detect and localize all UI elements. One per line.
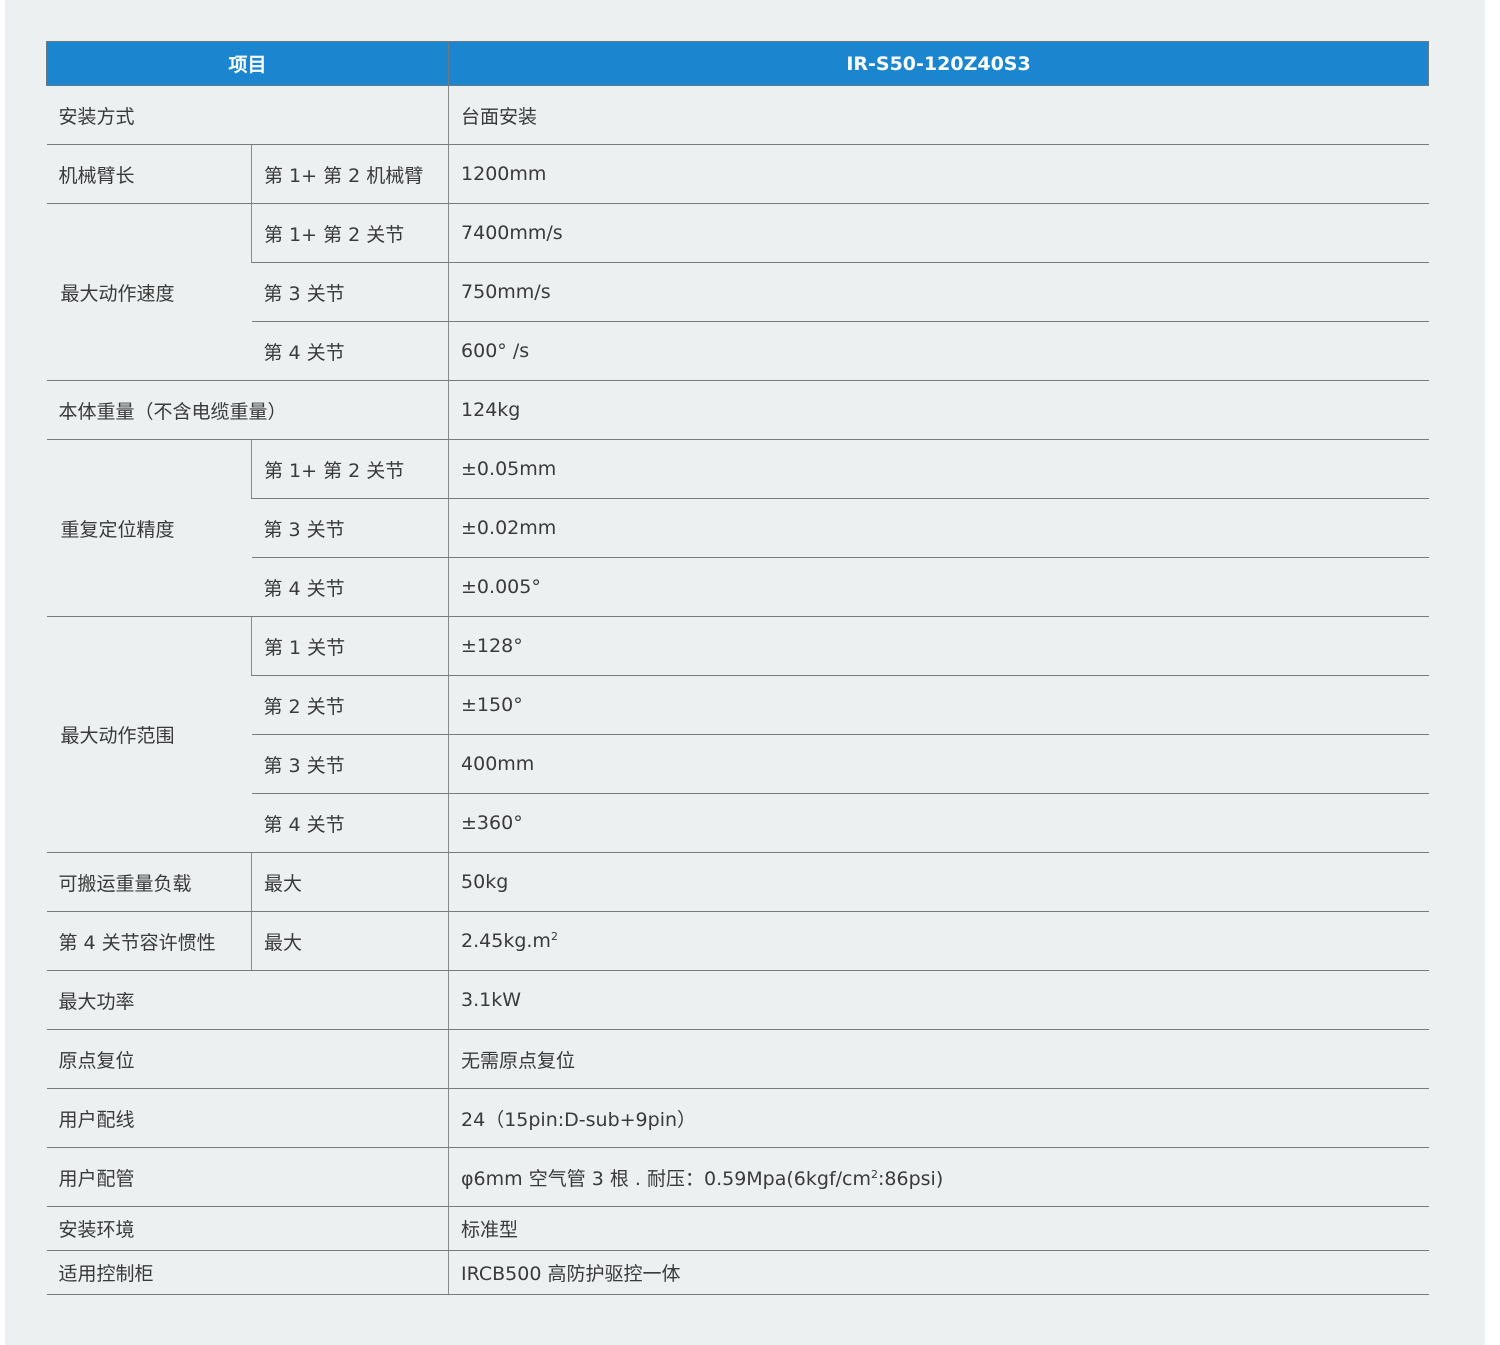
row-value: 1200mm [448, 144, 1429, 204]
table-row: 本体重量（不含电缆重量） 124kg [46, 380, 1429, 440]
table-row: 最大动作速度 第 1+ 第 2 关节 7400mm/s [46, 203, 1429, 381]
spec-sheet: 项目 IR-S50-120Z40S3 安装方式 台面安装 机械臂长 第 1+ 第… [5, 0, 1485, 1345]
row-sublabel: 第 4 关节 [251, 557, 449, 617]
table-row: 第 4 关节容许惯性 最大 2.45kg.m2 [46, 911, 1429, 971]
table-row: 可搬运重量负载 最大 50kg [46, 852, 1429, 912]
row-value: 600° /s [448, 321, 1429, 381]
row-value: 标准型 [448, 1206, 1429, 1251]
row-label: 机械臂长 [46, 144, 252, 204]
table-row: 用户配线 24（15pin:D-sub+9pin） [46, 1088, 1429, 1148]
row-sublabel: 第 4 关节 [251, 793, 449, 853]
table-row: 重复定位精度 第 1+ 第 2 关节 ±0.05mm [46, 439, 1429, 617]
group-label: 最大动作速度 [46, 203, 252, 381]
table-row: 最大功率 3.1kW [46, 970, 1429, 1030]
table-row: 机械臂长 第 1+ 第 2 机械臂 1200mm [46, 144, 1429, 204]
header-item: 项目 [45, 41, 450, 86]
row-value: 台面安装 [448, 85, 1429, 145]
row-label: 安装方式 [46, 85, 449, 145]
table-row: 安装方式 台面安装 [46, 85, 1429, 145]
row-value: ±128° [448, 616, 1429, 676]
row-value: ±360° [448, 793, 1429, 853]
row-value: 2.45kg.m2 [448, 911, 1429, 971]
row-label: 可搬运重量负载 [46, 852, 252, 912]
row-sublabel: 第 3 关节 [251, 262, 449, 322]
group-label: 最大动作范围 [46, 616, 252, 853]
row-value: 3.1kW [448, 970, 1429, 1030]
row-value: 750mm/s [448, 262, 1429, 322]
row-sublabel: 第 3 关节 [251, 498, 449, 558]
superscript: 2 [550, 930, 558, 943]
row-label: 适用控制柜 [46, 1250, 449, 1295]
value-text: φ6mm 空气管 3 根 . 耐压：0.59Mpa(6kgf/cm [461, 1167, 871, 1190]
row-sublabel: 最大 [250, 911, 449, 971]
header-model: IR-S50-120Z40S3 [448, 41, 1430, 86]
group-label: 重复定位精度 [46, 439, 252, 617]
row-label: 第 4 关节容许惯性 [46, 911, 252, 971]
row-label: 安装环境 [46, 1206, 449, 1251]
row-value: 无需原点复位 [448, 1029, 1429, 1089]
table-row: 原点复位 无需原点复位 [46, 1029, 1429, 1089]
row-value: φ6mm 空气管 3 根 . 耐压：0.59Mpa(6kgf/cm2:86psi… [448, 1147, 1429, 1207]
row-value: 50kg [448, 852, 1429, 912]
row-sublabel: 第 3 关节 [251, 734, 449, 794]
table-row: 第 3 关节 400mm [47, 734, 1429, 794]
superscript: 2 [871, 1167, 878, 1181]
row-sublabel: 第 1+ 第 2 关节 [250, 203, 449, 263]
row-sublabel: 第 1 关节 [250, 616, 449, 676]
row-value: ±0.05mm [448, 439, 1429, 499]
table-row: 安装环境 标准型 [46, 1206, 1429, 1251]
row-value: ±0.005° [448, 557, 1429, 617]
table-row: 适用控制柜 IRCB500 高防护驱控一体 [46, 1250, 1429, 1295]
row-sublabel: 最大 [250, 852, 449, 912]
table-row: 第 3 关节 750mm/s [47, 262, 1429, 322]
row-sublabel: 第 1+ 第 2 机械臂 [250, 144, 449, 204]
row-label: 原点复位 [46, 1029, 449, 1089]
row-value: ±0.02mm [448, 498, 1429, 558]
table-row: 第 4 关节 600° /s [47, 321, 1429, 381]
row-value: 24（15pin:D-sub+9pin） [448, 1088, 1429, 1148]
row-sublabel: 第 1+ 第 2 关节 [250, 439, 449, 499]
table-row: 第 4 关节 ±0.005° [47, 557, 1429, 617]
row-value: ±150° [448, 675, 1429, 735]
row-label: 最大功率 [46, 970, 449, 1030]
spec-table: 项目 IR-S50-120Z40S3 安装方式 台面安装 机械臂长 第 1+ 第… [45, 41, 1430, 1295]
table-row: 第 3 关节 ±0.02mm [47, 498, 1429, 558]
row-sublabel: 第 4 关节 [251, 321, 449, 381]
row-label: 用户配管 [46, 1147, 449, 1207]
row-value: 124kg [448, 380, 1429, 440]
row-value: 7400mm/s [448, 203, 1429, 263]
table-row: 用户配管 φ6mm 空气管 3 根 . 耐压：0.59Mpa(6kgf/cm2:… [46, 1147, 1429, 1207]
value-text: 2.45kg.m [461, 930, 551, 952]
table-row: 第 4 关节 ±360° [47, 793, 1429, 853]
row-sublabel: 第 2 关节 [251, 675, 449, 735]
table-row: 第 2 关节 ±150° [47, 675, 1429, 735]
row-label: 本体重量（不含电缆重量） [46, 380, 449, 440]
value-text: :86psi) [878, 1167, 944, 1190]
table-header-row: 项目 IR-S50-120Z40S3 [45, 41, 1430, 86]
row-label: 用户配线 [46, 1088, 449, 1148]
table-row: 最大动作范围 第 1 关节 ±128° [46, 616, 1429, 853]
row-value: IRCB500 高防护驱控一体 [448, 1250, 1429, 1295]
row-value: 400mm [448, 734, 1429, 794]
